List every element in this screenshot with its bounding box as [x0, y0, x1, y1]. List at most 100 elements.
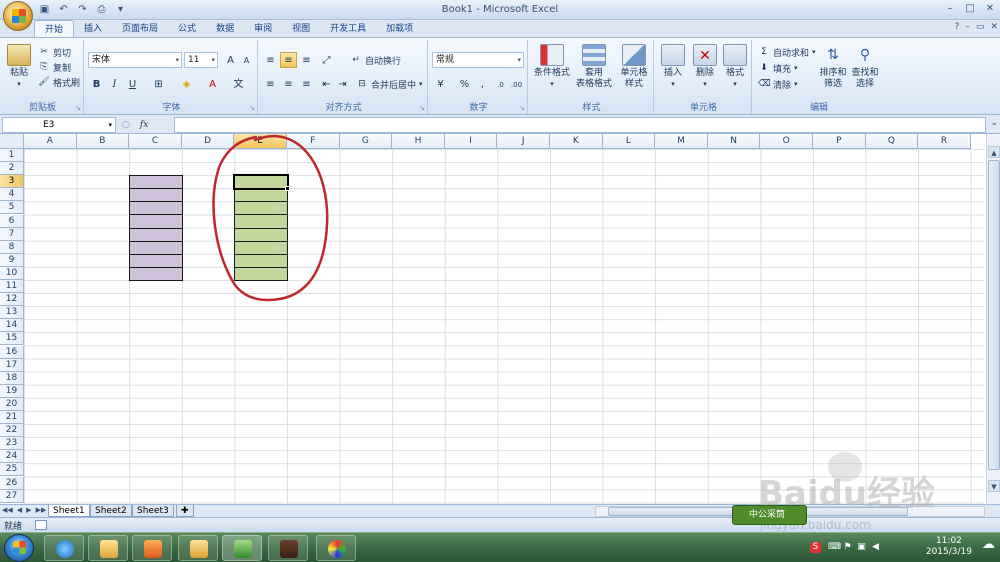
select-all-button[interactable]: [0, 134, 24, 149]
merge-center-button[interactable]: ⊟ 合并后居中 ▾: [356, 77, 422, 91]
row-header-27[interactable]: 27: [0, 489, 24, 503]
cut-button[interactable]: ✂ 剪切: [38, 45, 71, 59]
italic-button[interactable]: I: [106, 76, 123, 92]
paint-taskbar-button[interactable]: [316, 535, 356, 561]
office-button[interactable]: [3, 1, 33, 31]
underline-button[interactable]: U: [124, 76, 141, 92]
font-size-combo[interactable]: 11 ▾: [184, 52, 218, 68]
row-header-23[interactable]: 23: [0, 437, 24, 451]
name-box[interactable]: E3 ▾: [2, 117, 116, 133]
column-header-l[interactable]: L: [602, 134, 656, 149]
column-header-r[interactable]: R: [918, 134, 971, 149]
start-button[interactable]: [4, 534, 34, 562]
phonetic-button[interactable]: 文: [230, 76, 247, 92]
autosum-button[interactable]: Σ 自动求和 ▾: [758, 45, 815, 59]
row-header-26[interactable]: 26: [0, 476, 24, 490]
wb-close-icon[interactable]: ✕: [990, 22, 998, 32]
row-header-8[interactable]: 8: [0, 240, 24, 254]
align-center-button[interactable]: ≡: [280, 76, 297, 92]
wb-restore-icon[interactable]: ▭: [976, 22, 985, 32]
tab-developer[interactable]: 开发工具: [320, 20, 376, 38]
minimize-button[interactable]: –: [942, 1, 958, 16]
active-cell-e3[interactable]: [233, 174, 289, 191]
row-header-17[interactable]: 17: [0, 358, 24, 372]
borders-button[interactable]: ⊞: [150, 76, 167, 92]
column-header-a[interactable]: A: [24, 134, 77, 149]
column-header-j[interactable]: J: [497, 134, 550, 149]
wrap-text-button[interactable]: ↵ 自动换行: [350, 53, 401, 67]
row-header-10[interactable]: 10: [0, 266, 24, 280]
shrink-font-button[interactable]: A: [238, 52, 255, 68]
bold-button[interactable]: B: [88, 76, 105, 92]
tab-data[interactable]: 数据: [206, 20, 244, 38]
input-method-icon[interactable]: S: [810, 542, 821, 553]
column-header-c[interactable]: C: [129, 134, 182, 149]
column-header-q[interactable]: Q: [865, 134, 919, 149]
tab-home[interactable]: 开始: [34, 20, 75, 38]
row-header-9[interactable]: 9: [0, 253, 24, 267]
comma-button[interactable]: ,: [474, 76, 491, 92]
formula-input[interactable]: [174, 117, 986, 133]
taskbar-clock[interactable]: 11:02 2015/3/19: [926, 536, 972, 558]
decrease-indent-button[interactable]: ⇤: [318, 76, 335, 92]
dialog-launcher-icon[interactable]: ↘: [249, 104, 255, 112]
row-header-22[interactable]: 22: [0, 424, 24, 438]
insert-sheet-button[interactable]: ✚: [176, 505, 194, 517]
paste-button[interactable]: 粘贴 ▾: [6, 44, 32, 90]
close-button[interactable]: ✕: [982, 1, 998, 16]
find-select-button[interactable]: ⚲ 查找和 选择: [850, 44, 880, 90]
weather-icon[interactable]: ☁: [982, 538, 995, 551]
expand-icon[interactable]: ◌: [122, 120, 130, 130]
row-header-2[interactable]: 2: [0, 162, 24, 176]
font-color-button[interactable]: A: [204, 76, 221, 92]
conditional-format-button[interactable]: 条件格式 ▾: [532, 44, 572, 90]
row-header-14[interactable]: 14: [0, 319, 24, 333]
align-right-button[interactable]: ≡: [298, 76, 315, 92]
column-header-f[interactable]: F: [287, 134, 340, 149]
column-header-g[interactable]: G: [339, 134, 393, 149]
green-cell-range-e3-e10[interactable]: [234, 175, 288, 281]
column-header-e[interactable]: E: [234, 134, 287, 149]
number-format-combo[interactable]: 常规 ▾: [432, 52, 524, 68]
wb-minimize-icon[interactable]: –: [965, 22, 970, 32]
row-header-13[interactable]: 13: [0, 306, 24, 320]
row-header-4[interactable]: 4: [0, 188, 24, 202]
worksheet-grid[interactable]: A B C D E F G H I J K L M N O P Q R 1 2 3 4 5 6 7 8 9 10 11 12 13 14 15 1…: [0, 134, 1000, 504]
row-header-11[interactable]: 11: [0, 280, 24, 294]
insert-function-button[interactable]: fx: [140, 120, 148, 130]
column-header-i[interactable]: I: [444, 134, 498, 149]
purple-cell-range-c3-c10[interactable]: [129, 175, 183, 281]
dialog-launcher-icon[interactable]: ↘: [419, 104, 425, 112]
scroll-down-icon[interactable]: ▼: [988, 480, 1000, 492]
row-header-24[interactable]: 24: [0, 450, 24, 464]
orientation-button[interactable]: ⤢: [318, 52, 335, 68]
dialog-launcher-icon[interactable]: ↘: [519, 104, 525, 112]
format-painter-button[interactable]: 🖌 格式刷: [38, 75, 80, 89]
expand-formula-bar-icon[interactable]: ⌄: [990, 118, 998, 128]
help-icon[interactable]: ?: [955, 22, 960, 32]
row-header-25[interactable]: 25: [0, 463, 24, 477]
font-name-combo[interactable]: 宋体 ▾: [88, 52, 182, 68]
column-header-n[interactable]: N: [707, 134, 761, 149]
fill-color-button[interactable]: ◈: [178, 76, 195, 92]
row-header-16[interactable]: 16: [0, 345, 24, 359]
grow-font-button[interactable]: A: [222, 52, 239, 68]
flag-icon[interactable]: ⚑: [842, 542, 853, 553]
scroll-thumb[interactable]: [988, 160, 1000, 470]
tab-addins[interactable]: 加载项: [376, 20, 423, 38]
keyboard-icon[interactable]: ⌨: [828, 542, 841, 553]
tab-view[interactable]: 视图: [282, 20, 320, 38]
column-header-m[interactable]: M: [655, 134, 708, 149]
dialog-launcher-icon[interactable]: ↘: [75, 104, 81, 112]
tab-formulas[interactable]: 公式: [168, 20, 206, 38]
tab-insert[interactable]: 插入: [74, 20, 112, 38]
row-header-1[interactable]: 1: [0, 149, 24, 163]
increase-decimal-button[interactable]: .0: [492, 76, 509, 92]
row-header-3[interactable]: 3: [0, 175, 24, 189]
row-header-7[interactable]: 7: [0, 227, 24, 241]
column-header-d[interactable]: D: [181, 134, 235, 149]
app-taskbar-button[interactable]: [268, 535, 308, 561]
column-header-k[interactable]: K: [550, 134, 603, 149]
increase-indent-button[interactable]: ⇥: [334, 76, 351, 92]
tab-review[interactable]: 审阅: [244, 20, 282, 38]
